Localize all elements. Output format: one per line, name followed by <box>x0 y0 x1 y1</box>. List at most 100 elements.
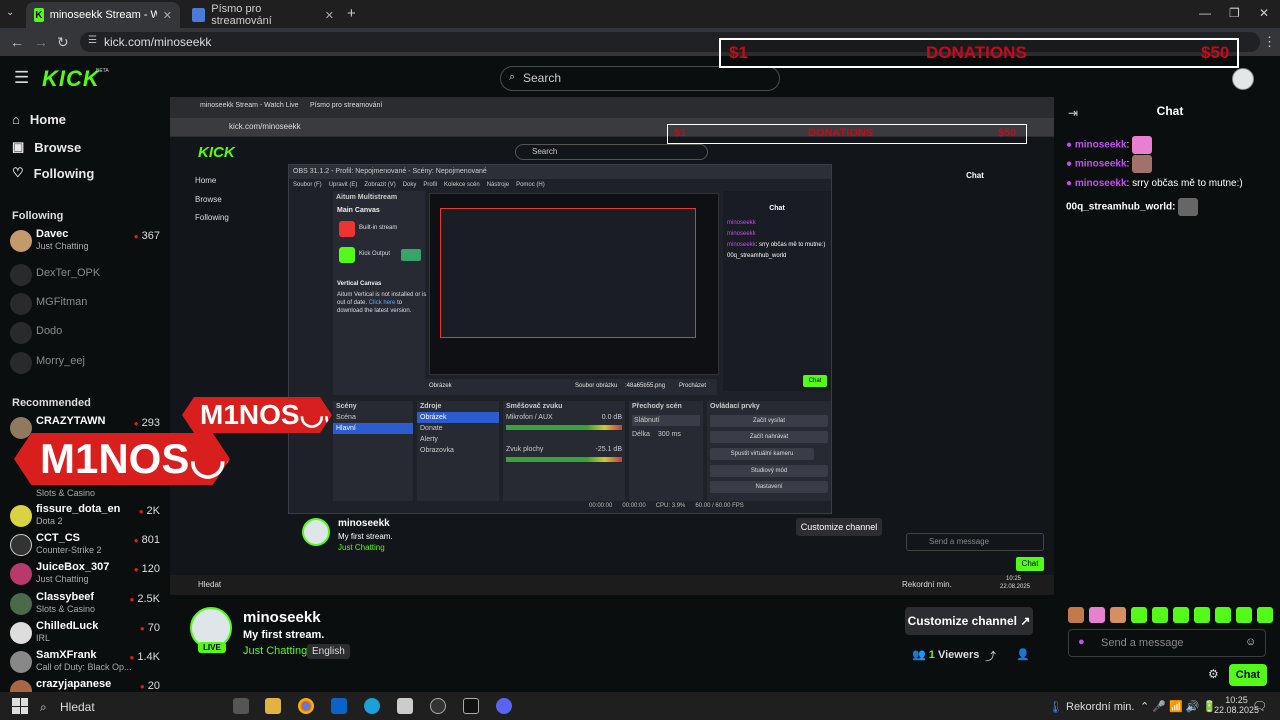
obs-menu-item[interactable]: Soubor (F) <box>293 182 322 188</box>
chat-message: ● minoseekk: <box>1066 155 1153 173</box>
chat-input[interactable]: Send a message <box>1068 629 1266 657</box>
following-channel[interactable]: MGFitman <box>10 291 160 319</box>
following-channel[interactable]: DexTer_OPK <box>10 262 160 290</box>
customize-channel-button[interactable]: Customize channel ↗ <box>905 607 1033 635</box>
chat-username[interactable]: minoseekk <box>1075 140 1127 151</box>
following-channel[interactable]: Morry_eej <box>10 350 160 378</box>
chrome-icon[interactable] <box>298 698 314 714</box>
taskbar-search[interactable]: Hledat <box>60 700 95 714</box>
tab-list-icon[interactable]: ⌄ <box>6 7 14 18</box>
obs-menu-item[interactable]: Nástroje <box>487 182 509 188</box>
emote-icon[interactable] <box>1152 607 1168 623</box>
recommended-channel[interactable]: SamXFrank Call of Duty: Black Op... 1.4K <box>10 649 160 677</box>
emote-icon[interactable] <box>1236 607 1252 623</box>
nav-following[interactable]: ♡ Following <box>12 165 94 181</box>
chat-username[interactable]: minoseekk <box>1075 178 1127 189</box>
forward-icon[interactable]: → <box>34 34 48 50</box>
kick-logo[interactable]: KICK <box>42 66 100 92</box>
task-view-icon[interactable] <box>233 698 249 714</box>
obs-menu-item[interactable]: Upravit (E) <box>329 182 358 188</box>
emote-icon[interactable] <box>1194 607 1210 623</box>
obs-app-icon[interactable] <box>430 698 446 714</box>
epic-games-icon[interactable] <box>463 698 479 714</box>
maximize-icon[interactable]: ❐ <box>1229 6 1240 20</box>
obs-menu-item[interactable]: Zobrazit (V) <box>364 182 395 188</box>
obs-menu-item[interactable]: Profil <box>423 182 437 188</box>
close-window-icon[interactable]: ✕ <box>1259 6 1269 20</box>
obs-preview[interactable] <box>429 193 719 375</box>
obs-menu-item[interactable]: Pomoc (H) <box>516 182 545 188</box>
studio-mode-button[interactable]: Studiový mód <box>710 465 828 477</box>
language-tag[interactable]: English <box>307 644 350 659</box>
close-tab-icon[interactable]: ✕ <box>325 9 334 22</box>
close-tab-icon[interactable]: ✕ <box>163 9 172 22</box>
following-channel[interactable]: Davec Just Chatting 367 <box>10 228 160 256</box>
discord-icon[interactable] <box>496 698 512 714</box>
stream-category[interactable]: Just Chatting <box>243 645 307 657</box>
tray-icons[interactable]: ⌃ 🎤 📶 🔊 🔋 <box>1140 700 1216 713</box>
nav-browse[interactable]: ▣ Browse <box>12 139 81 155</box>
notification-icon[interactable]: 🗨 <box>1252 699 1267 713</box>
recommended-channel[interactable]: ChilledLuck IRL 70 <box>10 620 160 648</box>
follow-icon[interactable]: 👤 <box>1016 648 1030 661</box>
click-here-link[interactable]: Click here <box>369 300 396 306</box>
reload-icon[interactable]: ↻ <box>57 34 69 51</box>
share-icon[interactable]: ⤴ <box>985 648 996 664</box>
recommended-channel[interactable]: CCT_CS Counter-Strike 2 801 <box>10 532 160 560</box>
recommended-channel[interactable]: fissure_dota_en Dota 2 2K <box>10 503 160 531</box>
minimize-icon[interactable]: — <box>1199 6 1211 20</box>
file-explorer-icon[interactable] <box>265 698 281 714</box>
windows-start-icon[interactable] <box>12 698 28 714</box>
obs-dock-chat-button[interactable]: Chat <box>803 375 827 387</box>
emote-icon[interactable] <box>1257 607 1273 623</box>
scene-item[interactable]: Hlavní <box>333 423 413 434</box>
source-item[interactable]: Donate <box>417 423 499 434</box>
kick-output-toggle[interactable] <box>401 249 421 261</box>
emote-icon[interactable] <box>1089 607 1105 623</box>
chat-username[interactable]: minoseekk <box>1075 159 1127 170</box>
recommended-channel[interactable]: JuiceBox_307 Just Chatting 120 <box>10 561 160 589</box>
following-channel[interactable]: Dodo <box>10 320 160 348</box>
outlook-icon[interactable] <box>331 698 347 714</box>
nav-home[interactable]: ⌂ Home <box>12 112 66 127</box>
emoji-icon[interactable]: ☺ <box>1245 636 1256 648</box>
store-icon[interactable] <box>397 698 413 714</box>
edge-icon[interactable] <box>364 698 380 714</box>
tab-kick-stream[interactable]: K minoseekk Stream - Watch Live ✕ <box>26 2 180 28</box>
obs-menu-item[interactable]: Doky <box>403 182 417 188</box>
user-avatar[interactable] <box>1232 68 1254 90</box>
emote-icon[interactable] <box>1110 607 1126 623</box>
avatar <box>10 593 32 615</box>
channel-name[interactable]: minoseekk <box>243 609 321 626</box>
chat-username[interactable]: 00q_streamhub_world <box>1066 202 1172 213</box>
recommended-channel[interactable]: Classybeef Slots & Casino 2.5K <box>10 591 160 619</box>
emote-icon[interactable] <box>1215 607 1231 623</box>
chat-settings-gear-icon[interactable]: ⚙ <box>1208 667 1219 681</box>
new-tab-button[interactable]: + <box>347 5 356 22</box>
menu-kebab-icon[interactable]: ⋮ <box>1263 34 1276 50</box>
tab-font[interactable]: Písmo pro streamování ✕ <box>184 2 342 28</box>
status-cpu: CPU: 3.9% <box>655 503 686 509</box>
emote-icon[interactable] <box>1173 607 1189 623</box>
start-recording-button[interactable]: Začít nahrávat <box>710 431 828 443</box>
source-item[interactable]: Obrázek <box>417 412 499 423</box>
settings-button[interactable]: Nastavení <box>710 481 828 493</box>
hamburger-menu-icon[interactable]: ☰ <box>14 68 29 88</box>
transition-select[interactable]: Slábnutí <box>632 415 700 426</box>
obs-menu-item[interactable]: Kolekce scén <box>444 182 480 188</box>
obs-window[interactable]: OBS 31.1.2 - Profil: Nepojmenované - Scé… <box>288 164 832 514</box>
chat-send-button[interactable]: Chat <box>1229 664 1267 686</box>
virtual-camera-button[interactable]: Spustit virtuální kameru <box>710 448 814 460</box>
emote-icon[interactable] <box>1068 607 1084 623</box>
scene-item[interactable]: Scéna <box>333 412 413 423</box>
source-item[interactable]: Obrazovka <box>417 445 499 456</box>
search-input[interactable]: Search <box>500 66 780 91</box>
source-bar-browse[interactable]: Procházet <box>679 383 706 389</box>
weather-mode[interactable]: Rekordní min. <box>1066 701 1134 713</box>
emote-icon[interactable] <box>1131 607 1147 623</box>
back-icon[interactable]: ← <box>10 34 24 50</box>
start-streaming-button[interactable]: Začít vysílat <box>710 415 828 427</box>
duration-value[interactable]: 300 ms <box>658 431 681 438</box>
site-info-icon[interactable]: ☰ <box>88 35 97 46</box>
source-item[interactable]: Alerty <box>417 434 499 445</box>
